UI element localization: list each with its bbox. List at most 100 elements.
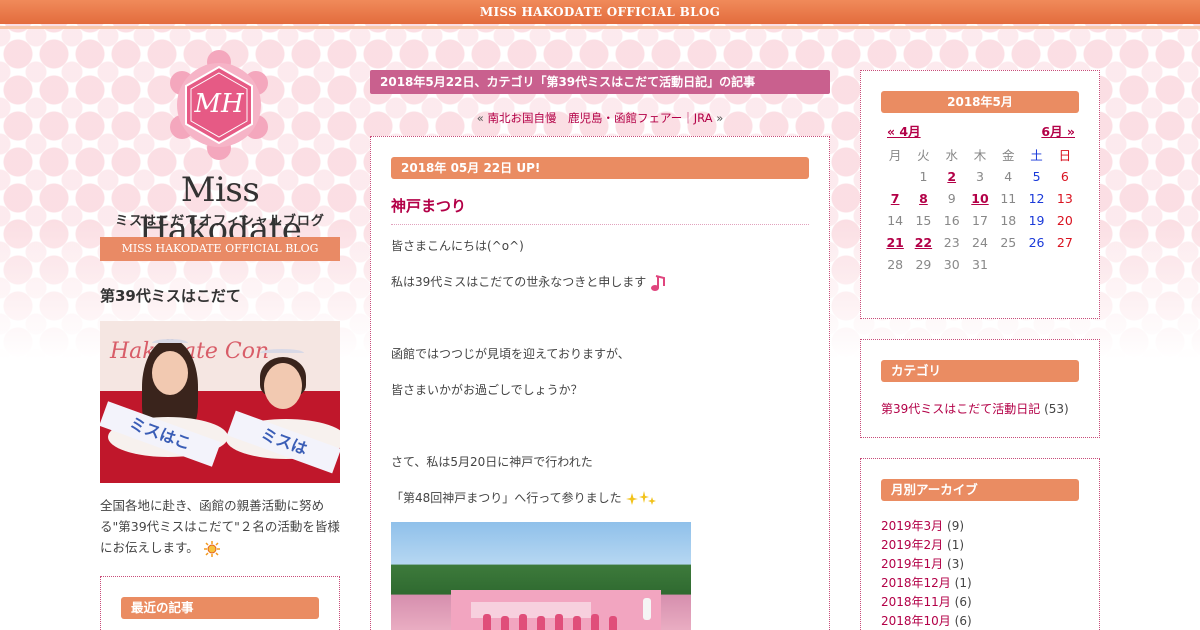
- calendar-day: 18: [1000, 212, 1017, 228]
- archive-link[interactable]: 2019年2月: [881, 538, 943, 552]
- post-line: 「第48回神戸まつり」へ行って参りました: [391, 489, 809, 507]
- calendar-day-link[interactable]: 7: [891, 191, 900, 206]
- calendar-day: 25: [1000, 234, 1017, 250]
- calendar-day-link[interactable]: 22: [915, 235, 932, 250]
- archives-heading: 月別アーカイブ: [881, 479, 1079, 501]
- calendar-weekday: 金: [1002, 147, 1015, 163]
- top-bar-title: MISS HAKODATE OFFICIAL BLOG: [479, 5, 721, 19]
- post-body: 皆さまこんにちは(^o^) 私は39代ミスはこだての世永なつきと申します 函館で…: [391, 237, 809, 507]
- sun-icon: [203, 540, 220, 557]
- calendar-week: 7 8 9 10 11 12 13: [881, 187, 1079, 209]
- sparkle-icon: [625, 490, 656, 505]
- calendar-day[interactable]: 22: [909, 231, 937, 253]
- recent-posts-box: 最近の記事: [100, 576, 340, 630]
- categories-heading: カテゴリ: [881, 360, 1079, 382]
- calendar-weekday: 月: [888, 147, 902, 163]
- logo-monogram: MH: [193, 89, 245, 119]
- calendar-day: 31: [972, 256, 988, 272]
- calendar-day: 24: [972, 234, 988, 250]
- category-count: (53): [1044, 402, 1069, 416]
- calendar-day: 16: [943, 212, 960, 228]
- calendar-day: 5: [1032, 168, 1041, 184]
- post-line: さて、私は5月20日に神戸で行われた: [391, 455, 593, 469]
- calendar-day: 28: [887, 256, 904, 272]
- post-line: [391, 435, 809, 453]
- category-item: 第39代ミスはこだて活動日記 (53): [881, 400, 1069, 417]
- calendar-day: 1: [919, 168, 928, 184]
- post-photo: [391, 522, 691, 630]
- post-line: [391, 291, 809, 309]
- calendar-next-link[interactable]: 6月 »: [1041, 121, 1075, 140]
- recent-posts-heading: 最近の記事: [121, 597, 319, 619]
- calendar-day-link[interactable]: 2: [947, 169, 956, 184]
- calendar-box: 2018年5月 « 4月 6月 » 月火水木金土日 1 2 3 4 5 6 7 8 9 10 11 1…: [860, 70, 1100, 319]
- post-date: 2018年 05月 22日 UP!: [391, 157, 809, 179]
- calendar-day: 30: [943, 256, 960, 272]
- top-bar: MISS HAKODATE OFFICIAL BLOG: [0, 0, 1200, 24]
- calendar-weekday: 土: [1030, 147, 1043, 163]
- calendar-day-link[interactable]: 21: [886, 235, 903, 250]
- archives-box: 月別アーカイブ 2019年3月 (9) 2019年2月 (1) 2019年1月 …: [860, 458, 1100, 630]
- calendar-day: [1022, 253, 1050, 275]
- calendar-day: 15: [915, 212, 932, 228]
- calendar-weekday: 日: [1058, 147, 1072, 163]
- calendar-weekday: 火: [917, 147, 930, 163]
- archive-link[interactable]: 2019年1月: [881, 557, 943, 571]
- calendar-day[interactable]: 7: [881, 187, 909, 209]
- calendar-day: 4: [1004, 168, 1013, 184]
- prev-post-link[interactable]: 南北お国自慢 鹿児島・函館フェアー｜JRA: [487, 111, 712, 125]
- calendar-weekday: 水: [945, 147, 958, 163]
- archives-list: 2019年3月 (9) 2019年2月 (1) 2019年1月 (3) 2018…: [881, 517, 972, 630]
- post-line: 私は39代ミスはこだての世永なつきと申します: [391, 273, 809, 291]
- calendar-prev-link[interactable]: « 4月: [887, 121, 921, 140]
- calendar-day: 29: [915, 256, 932, 272]
- post-article: 2018年 05月 22日 UP! 神戸まつり 皆さまこんにちは(^o^) 私は…: [370, 136, 830, 630]
- calendar-day[interactable]: 10: [966, 187, 994, 209]
- calendar-day-link[interactable]: 8: [919, 191, 928, 206]
- post-line: [391, 309, 809, 327]
- calendar-day: 3: [976, 168, 984, 184]
- calendar-week: 21 22 23 24 25 26 27: [881, 231, 1079, 253]
- calendar-day: 13: [1056, 190, 1073, 206]
- post-line: [391, 363, 809, 381]
- archive-item: 2019年3月 (9): [881, 519, 965, 533]
- calendar-day: 11: [1000, 190, 1017, 206]
- calendar-day: [881, 165, 909, 187]
- calendar-week: 28 29 30 31: [881, 253, 1079, 275]
- archive-item: 2019年2月 (1): [881, 538, 965, 552]
- post-line: [391, 327, 809, 345]
- profile-heading: 第39代ミスはこだて: [100, 287, 241, 305]
- post-line: 皆さまこんにちは(^o^): [391, 239, 524, 253]
- calendar-day: 23: [943, 234, 960, 250]
- post-line: [391, 417, 809, 435]
- calendar-day: 9: [947, 190, 956, 206]
- archive-link[interactable]: 2019年3月: [881, 519, 943, 533]
- category-link[interactable]: 第39代ミスはこだて活動日記: [881, 402, 1040, 416]
- post-pager: « 南北お国自慢 鹿児島・函館フェアー｜JRA »: [476, 111, 724, 125]
- post-title[interactable]: 神戸まつり: [391, 195, 809, 225]
- profile-description: 全国各地に赴き、函館の親善活動に努める"第39代ミスはこだて"２名の活動を皆様に…: [100, 495, 340, 558]
- archive-item: 2018年12月 (1): [881, 576, 972, 590]
- post-line: 函館ではつつじが見頃を迎えておりますが、: [391, 347, 630, 361]
- archive-link[interactable]: 2018年10月: [881, 614, 951, 628]
- post-line: [391, 399, 809, 417]
- calendar-day[interactable]: 8: [909, 187, 937, 209]
- calendar-table: 月火水木金土日 1 2 3 4 5 6 7 8 9 10 11 12 13 14 15 16 17 18 19 20 2…: [881, 143, 1079, 275]
- calendar-days: 1 2 3 4 5 6 7 8 9 10 11 12 13 14 15 16 17 18 19 20 21 22 23 24 2…: [881, 165, 1079, 275]
- post-line: 皆さまいかがお過ごしでしょうか？: [391, 383, 583, 397]
- calendar-day: 20: [1056, 212, 1073, 228]
- post-line: [391, 471, 809, 489]
- calendar-weekdays: 月火水木金土日: [881, 143, 1079, 165]
- archive-item: 2019年1月 (3): [881, 557, 965, 571]
- calendar-month: 2018年5月: [881, 91, 1079, 113]
- calendar-day: 26: [1028, 234, 1045, 250]
- post-line: [391, 255, 809, 273]
- calendar-day: 19: [1028, 212, 1045, 228]
- calendar-day[interactable]: 21: [881, 231, 909, 253]
- calendar-day-link[interactable]: 10: [971, 191, 988, 206]
- top-divider: [0, 26, 1200, 29]
- archive-link[interactable]: 2018年12月: [881, 576, 951, 590]
- calendar-day: 6: [1060, 168, 1069, 184]
- calendar-day[interactable]: 2: [938, 165, 966, 187]
- archive-link[interactable]: 2018年11月: [881, 595, 951, 609]
